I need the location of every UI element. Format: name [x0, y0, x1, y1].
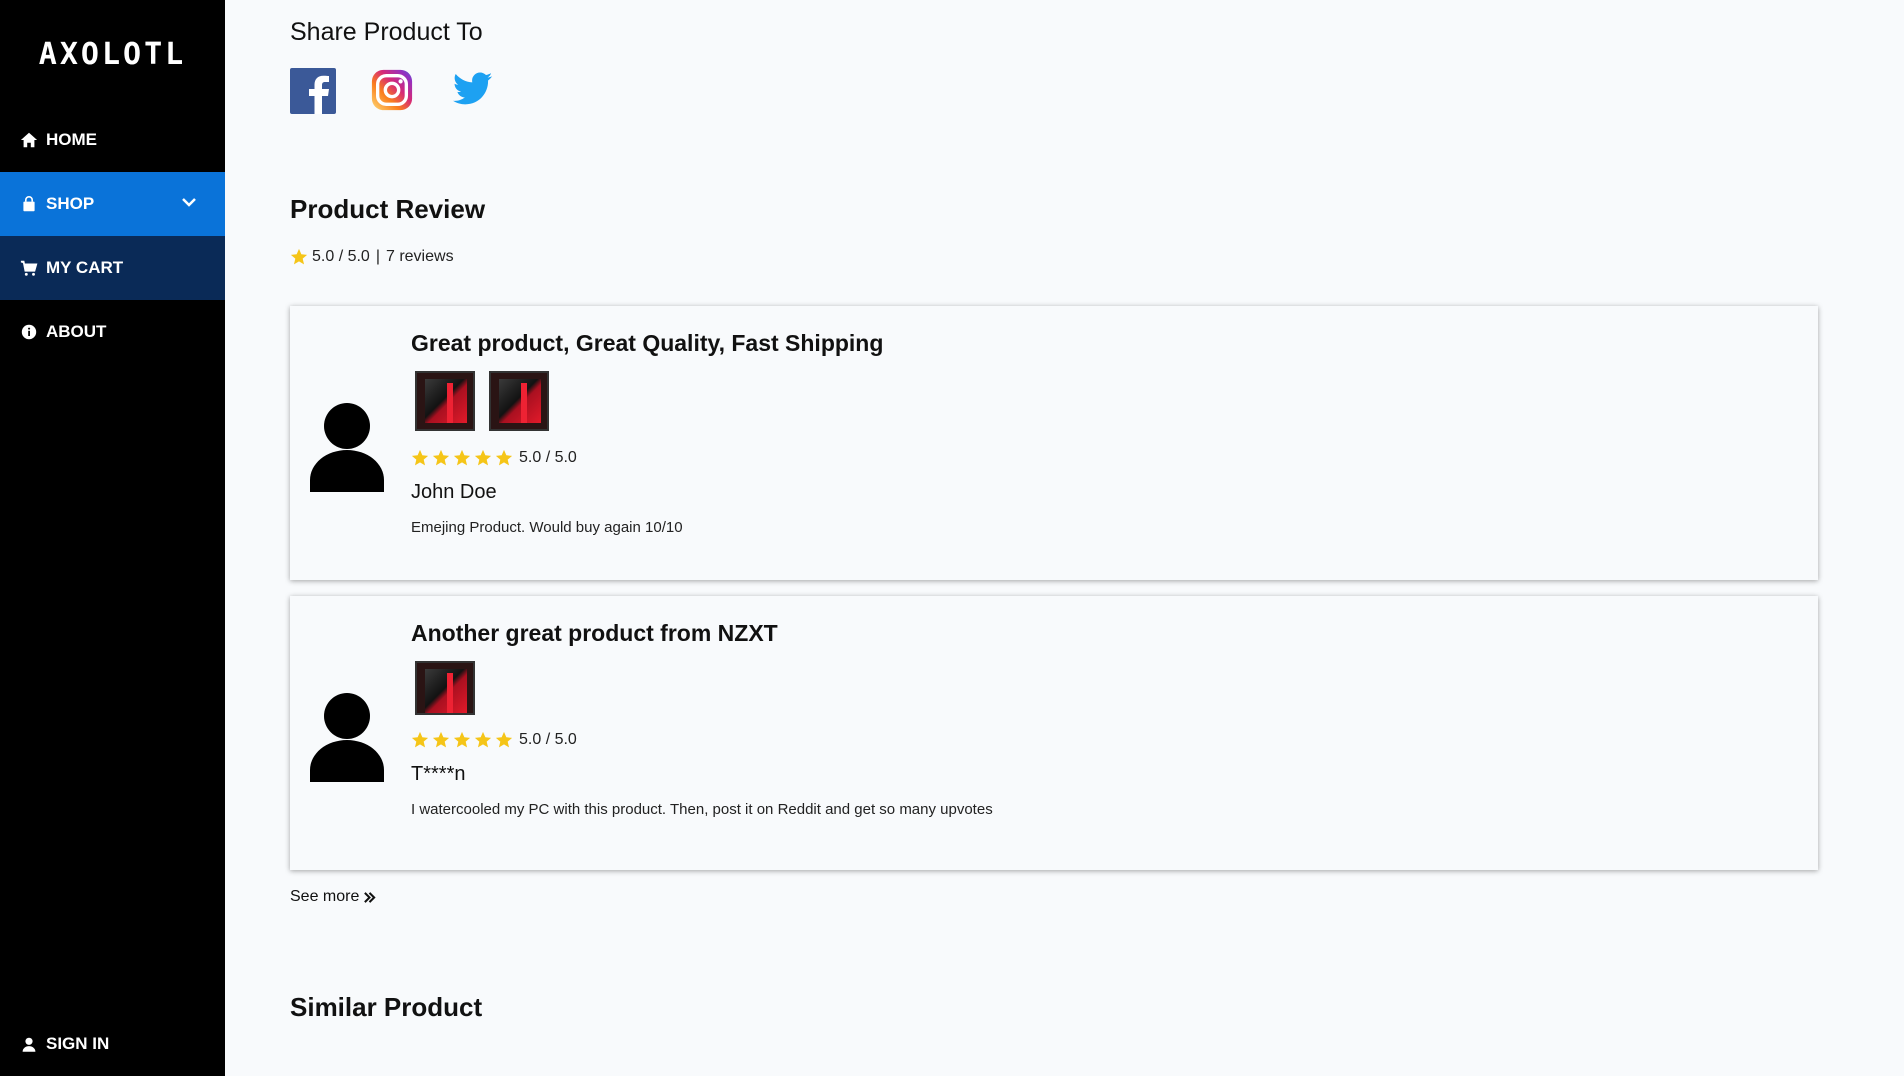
- see-more-label: See more: [290, 888, 360, 905]
- review-card: Great product, Great Quality, Fast Shipp…: [290, 306, 1818, 580]
- rating-summary: 5.0 / 5.0 | 7 reviews: [290, 248, 454, 266]
- star-icon: [453, 449, 471, 466]
- sign-in-button[interactable]: SIGN IN: [0, 1012, 225, 1076]
- review-text: Emejing Product. Would buy again 10/10: [411, 519, 683, 536]
- review-content: Great product, Great Quality, Fast Shipp…: [411, 330, 883, 536]
- sidebar-item-label: ABOUT: [46, 322, 107, 341]
- sidebar-item-shop[interactable]: SHOP: [0, 172, 225, 236]
- star-icon: [495, 731, 513, 748]
- star-icon: [432, 449, 450, 466]
- review-image-thumbnail[interactable]: [415, 371, 475, 431]
- double-chevron-right-icon: [364, 891, 376, 903]
- summary-separator: |: [375, 248, 380, 265]
- review-images: [415, 661, 993, 715]
- review-author: T****n: [411, 763, 466, 785]
- review-title: Great product, Great Quality, Fast Shipp…: [411, 330, 884, 356]
- review-images: [415, 371, 883, 431]
- sign-in-label: SIGN IN: [46, 1034, 110, 1053]
- sidebar-item-label: HOME: [46, 130, 97, 149]
- share-buttons: [290, 68, 496, 114]
- sidebar-item-about[interactable]: ABOUT: [0, 300, 225, 364]
- logo[interactable]: AXOLOTL: [0, 0, 225, 108]
- review-content: Another great product from NZXT 5.0 / 5.…: [411, 620, 993, 818]
- review-card: Another great product from NZXT 5.0 / 5.…: [290, 596, 1818, 870]
- shopping-bag-icon: [20, 195, 38, 213]
- sidebar-item-my-cart[interactable]: MY CART: [0, 236, 225, 300]
- summary-count: 7 reviews: [385, 248, 454, 265]
- review-rating: 5.0 / 5.0: [519, 731, 577, 748]
- review-image-thumbnail[interactable]: [415, 661, 475, 715]
- star-icon: [474, 731, 492, 748]
- facebook-icon[interactable]: [290, 68, 336, 114]
- star-icon: [411, 449, 429, 466]
- avatar: [310, 692, 384, 782]
- user-icon: [20, 1035, 38, 1053]
- avatar: [310, 402, 384, 492]
- summary-rating: 5.0 / 5.0: [312, 248, 370, 265]
- sidebar-item-label: SHOP: [46, 194, 95, 213]
- review-image-thumbnail[interactable]: [489, 371, 549, 431]
- star-icon: [453, 731, 471, 748]
- sidebar-item-label: MY CART: [46, 258, 124, 277]
- chevron-down-icon[interactable]: [181, 194, 197, 210]
- star-icon: [474, 449, 492, 466]
- sidebar-item-home[interactable]: HOME: [0, 108, 225, 172]
- home-icon: [20, 131, 38, 149]
- review-stars: 5.0 / 5.0: [411, 449, 883, 467]
- review-text: I watercooled my PC with this product. T…: [411, 801, 993, 818]
- review-rating: 5.0 / 5.0: [519, 449, 577, 466]
- star-icon: [290, 248, 308, 265]
- share-heading: Share Product To: [290, 18, 483, 46]
- instagram-icon[interactable]: [370, 68, 416, 114]
- star-icon: [432, 731, 450, 748]
- review-author: John Doe: [411, 481, 497, 503]
- review-heading: Product Review: [290, 194, 486, 224]
- see-more-link[interactable]: See more: [290, 888, 376, 906]
- review-stars: 5.0 / 5.0: [411, 731, 993, 749]
- cart-icon: [20, 259, 38, 277]
- star-icon: [411, 731, 429, 748]
- sidebar: AXOLOTL HOME SHOP MY CART ABOUT SIGN IN: [0, 0, 225, 1076]
- similar-product-heading: Similar Product: [290, 992, 483, 1022]
- star-icon: [495, 449, 513, 466]
- twitter-icon[interactable]: [450, 68, 496, 114]
- review-title: Another great product from NZXT: [411, 620, 778, 646]
- info-icon: [20, 323, 38, 341]
